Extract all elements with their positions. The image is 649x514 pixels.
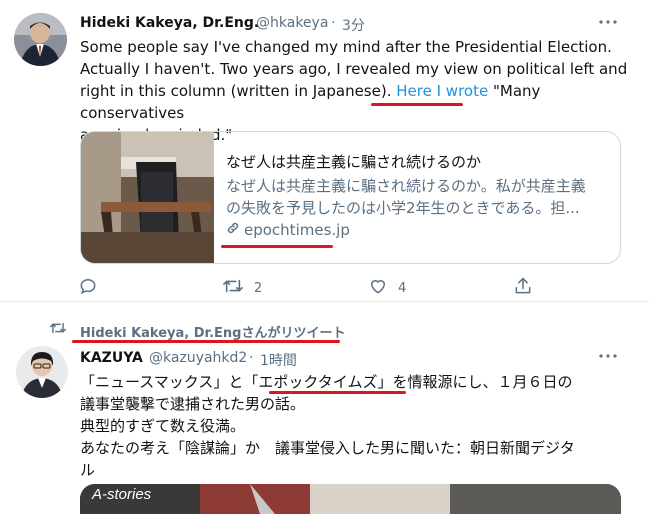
like-button[interactable]: 4 [368, 276, 406, 300]
more-options-icon[interactable] [595, 12, 621, 32]
card-thumbnail [81, 132, 214, 263]
tweet-text-line: ル [80, 461, 96, 479]
annotation-underline [269, 391, 406, 394]
card-description: なぜ人は共産主義に騙され続けるのか。私が共産主義 の失敗を予見したのは小学2年生… [226, 177, 586, 217]
heart-icon [368, 276, 388, 300]
tweet-author-handle[interactable]: @kazuyahkd2 [149, 350, 247, 366]
tweet-separator: · [249, 350, 254, 366]
reply-button[interactable] [78, 276, 108, 300]
tweet-body: Some people say I've changed my mind aft… [80, 36, 630, 146]
tweet-separator: · [331, 15, 336, 31]
reply-icon [78, 276, 98, 300]
tweet-text-line: right in this column (written in Japanes… [80, 82, 541, 122]
retweeted-by-label[interactable]: Hideki Kakeya, Dr.Engさんがリツイート [80, 322, 346, 341]
more-options-icon[interactable] [595, 346, 621, 366]
tweet-text-line: あなたの考え「陰謀論」か 議事堂侵入した男に聞いた：朝日新聞デジタ [80, 439, 575, 457]
tweet-timestamp[interactable]: 3分 [342, 15, 365, 35]
card-title: なぜ人は共産主義に騙され続けるのか [226, 153, 482, 171]
annotation-underline [371, 103, 463, 106]
author-avatar[interactable] [14, 13, 67, 66]
share-icon [513, 276, 533, 300]
link-card[interactable]: なぜ人は共産主義に騙され続けるのか なぜ人は共産主義に騙され続けるのか。私が共産… [80, 131, 621, 264]
annotation-underline [72, 340, 340, 343]
card-domain: epochtimes.jp [226, 221, 350, 239]
tweet-body: 「ニュースマックス」と「エポックタイムズ」を情報源にし、１月６日の 議事堂襲撃で… [80, 371, 625, 481]
tweet-text-line: 議事堂襲撃で逮捕された男の話。 [80, 395, 306, 413]
tweet-timestamp[interactable]: 1時間 [260, 350, 297, 370]
media-label: A-stories [92, 486, 152, 503]
tweet-text-line: Some people say I've changed my mind aft… [80, 38, 612, 56]
tweet-inline-link[interactable]: Here I wrote [396, 82, 488, 100]
tweet-author-handle[interactable]: @hkakeya [256, 15, 328, 31]
media-preview[interactable]: A-stories [80, 484, 621, 514]
tweet-divider [0, 301, 649, 302]
link-icon [226, 221, 240, 239]
tweet-author-name[interactable]: Hideki Kakeya, Dr.Eng. [80, 15, 259, 31]
tweet-text-line: 「ニュースマックス」と「エポックタイムズ」を情報源にし、１月６日の [80, 373, 573, 391]
annotation-underline [221, 245, 333, 248]
retweet-button[interactable]: 2 [222, 276, 262, 300]
tweet-text-line: Actually I haven't. Two years ago, I rev… [80, 60, 628, 78]
tweet-text-line: 典型的すぎて数え役満。 [80, 417, 246, 435]
retweet-icon [222, 276, 244, 300]
share-button[interactable] [513, 276, 533, 300]
tweet-author-name[interactable]: KAZUYA [80, 350, 143, 366]
author-avatar[interactable] [16, 346, 68, 398]
retweeted-icon [48, 320, 68, 340]
